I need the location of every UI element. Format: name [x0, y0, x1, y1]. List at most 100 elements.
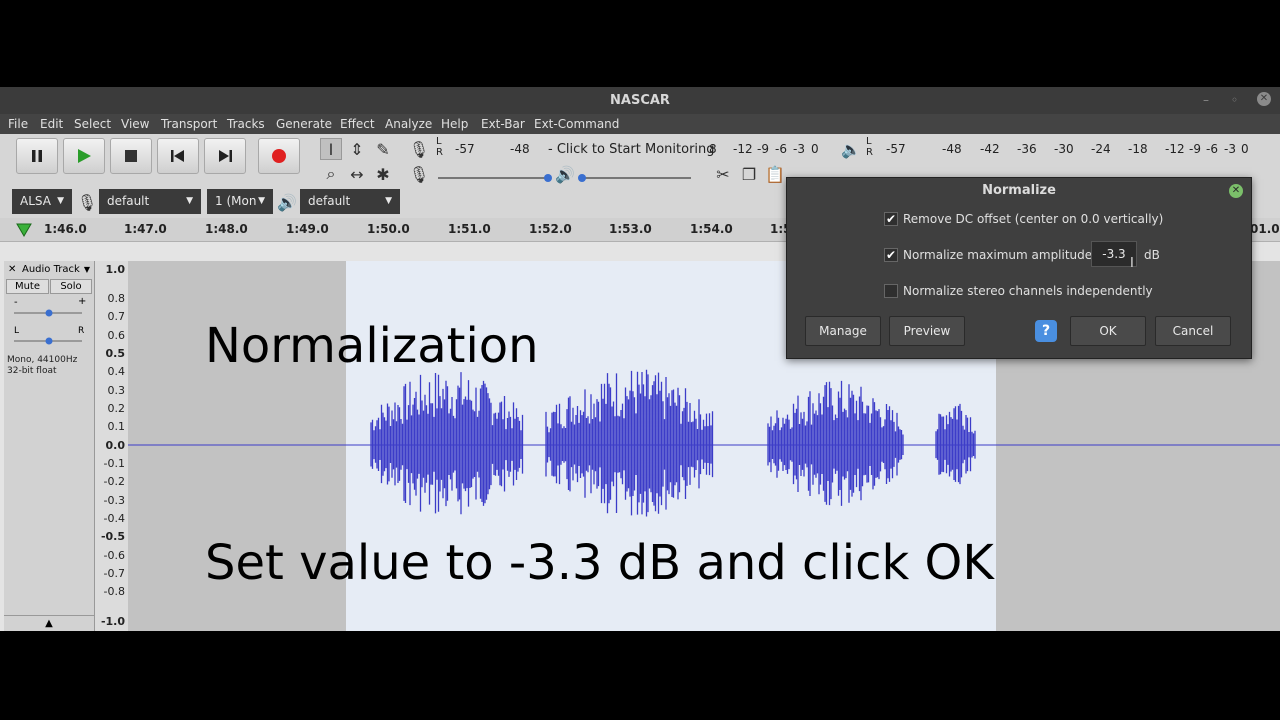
close-icon[interactable]: ✕: [1257, 92, 1271, 106]
play-meter-speaker-icon[interactable]: 🔈: [840, 138, 862, 160]
skip-end-icon: [219, 150, 232, 162]
timeline-label: 1:50.0: [367, 222, 410, 236]
ruler-label: -1.0: [100, 615, 125, 628]
menu-analyze[interactable]: Analyze: [385, 114, 432, 134]
menu-ext-command[interactable]: Ext-Command: [534, 114, 619, 134]
minimize-icon[interactable]: –: [1203, 87, 1209, 114]
dialog-close-icon[interactable]: ✕: [1229, 184, 1243, 198]
timeline-label: 1:53.0: [609, 222, 652, 236]
gain-slider[interactable]: [12, 307, 84, 319]
remove-dc-checkbox[interactable]: ✔: [884, 212, 898, 226]
output-device-select[interactable]: default ▼: [300, 189, 400, 214]
help-icon[interactable]: ?: [1035, 320, 1057, 342]
window-title: NASCAR: [610, 93, 670, 108]
play-meter-tick: -9: [1189, 142, 1201, 156]
play-meter-tick: -12: [1165, 142, 1185, 156]
chevron-down-icon[interactable]: ▼: [84, 263, 90, 277]
stop-button[interactable]: [110, 138, 152, 174]
ruler-label: -0.4: [103, 512, 125, 525]
dialog-title: Normalize: [982, 183, 1056, 198]
envelope-tool-icon[interactable]: ⇕: [346, 138, 368, 160]
play-meter-tick: -36: [1017, 142, 1037, 156]
ruler-label: -0.6: [103, 549, 125, 562]
timeline-label: 01.0: [1250, 222, 1280, 236]
play-meter-tick: -18: [1128, 142, 1148, 156]
cut-icon[interactable]: ✂: [712, 163, 734, 185]
solo-button[interactable]: Solo: [50, 279, 92, 294]
ruler-label: -0.1: [103, 457, 125, 470]
draw-tool-icon[interactable]: ✎: [372, 138, 394, 160]
ruler-label: 0.8: [107, 292, 126, 305]
input-device-mic-icon: 🎙: [76, 192, 98, 212]
audio-host-select[interactable]: ALSA ▼: [12, 189, 72, 214]
normalize-amplitude-label: Normalize maximum amplitude to: [903, 248, 1109, 262]
play-meter-tick: -3: [1224, 142, 1236, 156]
monitoring-prompt[interactable]: - Click to Start Monitoring: [548, 142, 715, 157]
track-name-menu[interactable]: Audio Track: [22, 263, 80, 277]
ruler-label: 0.6: [107, 329, 126, 342]
copy-icon[interactable]: ❐: [738, 163, 760, 185]
pause-icon: [32, 150, 42, 162]
menu-transport[interactable]: Transport: [161, 114, 217, 134]
paste-icon[interactable]: 📋: [764, 163, 786, 185]
ruler-label: 0.5: [105, 347, 126, 360]
stereo-independent-checkbox[interactable]: [884, 284, 898, 298]
timeline-label: 1:46.0: [44, 222, 87, 236]
ruler-label: -0.2: [103, 475, 125, 488]
menu-tracks[interactable]: Tracks: [227, 114, 265, 134]
input-channels-value: 1 (Mon: [215, 194, 257, 208]
track-close-icon[interactable]: ✕: [8, 263, 16, 277]
menu-bar: File Edit Select View Transport Tracks G…: [0, 114, 1280, 134]
text-cursor-icon: I: [1130, 256, 1134, 271]
pan-slider[interactable]: [12, 335, 84, 347]
input-channels-select[interactable]: 1 (Mon ▼: [207, 189, 273, 214]
selection-tool-icon[interactable]: I: [320, 138, 342, 160]
caption-instruction: Set value to -3.3 dB and click OK: [205, 535, 994, 591]
chevron-down-icon: ▼: [385, 196, 392, 206]
ok-button[interactable]: OK: [1070, 316, 1146, 346]
ruler-label: -0.7: [103, 567, 125, 580]
collapse-track-icon[interactable]: ▲: [4, 615, 94, 631]
play-button[interactable]: [63, 138, 105, 174]
manage-button[interactable]: Manage: [805, 316, 881, 346]
skip-end-button[interactable]: [204, 138, 246, 174]
ruler-label: 0.1: [107, 420, 126, 433]
waveform-trace: [370, 369, 976, 517]
play-head-icon[interactable]: [16, 223, 32, 237]
chevron-down-icon: ▼: [57, 196, 64, 206]
menu-file[interactable]: File: [8, 114, 28, 134]
menu-generate[interactable]: Generate: [276, 114, 332, 134]
menu-effect[interactable]: Effect: [340, 114, 375, 134]
zoom-tool-icon[interactable]: ⌕: [320, 163, 342, 185]
ruler-label: 0.4: [107, 365, 126, 378]
track-bitdepth: 32-bit float: [7, 366, 57, 376]
input-device-value: default: [107, 194, 150, 208]
record-button[interactable]: [258, 138, 300, 174]
rec-meter-tick: -57: [455, 142, 475, 156]
maximize-icon[interactable]: ◦: [1231, 87, 1238, 114]
play-meter-tick: -6: [1206, 142, 1218, 156]
input-device-select[interactable]: default ▼: [99, 189, 201, 214]
cancel-button[interactable]: Cancel: [1155, 316, 1231, 346]
menu-edit[interactable]: Edit: [40, 114, 63, 134]
skip-start-icon: [171, 150, 184, 162]
multi-tool-icon[interactable]: ✱: [372, 163, 394, 185]
preview-button[interactable]: Preview: [889, 316, 965, 346]
rec-meter-r: R: [436, 147, 443, 158]
track-control-panel: ✕ Audio Track ▼ Mute Solo - + L R Mono, …: [4, 261, 95, 631]
rec-meter-tick: 8: [709, 142, 717, 156]
menu-help[interactable]: Help: [441, 114, 468, 134]
timeline-label: 1:51.0: [448, 222, 491, 236]
menu-select[interactable]: Select: [74, 114, 111, 134]
ruler-label: -0.5: [100, 530, 125, 543]
ruler-label: 0.0: [105, 439, 126, 452]
rec-meter-tick: 0: [811, 142, 819, 156]
pause-button[interactable]: [16, 138, 58, 174]
timeshift-tool-icon[interactable]: ↔: [346, 163, 368, 185]
skip-start-button[interactable]: [157, 138, 199, 174]
menu-ext-bar[interactable]: Ext-Bar: [481, 114, 525, 134]
normalize-amplitude-checkbox[interactable]: ✔: [884, 248, 898, 262]
mute-button[interactable]: Mute: [6, 279, 49, 294]
record-meter-mic-icon[interactable]: 🎙: [408, 138, 430, 160]
menu-view[interactable]: View: [121, 114, 149, 134]
